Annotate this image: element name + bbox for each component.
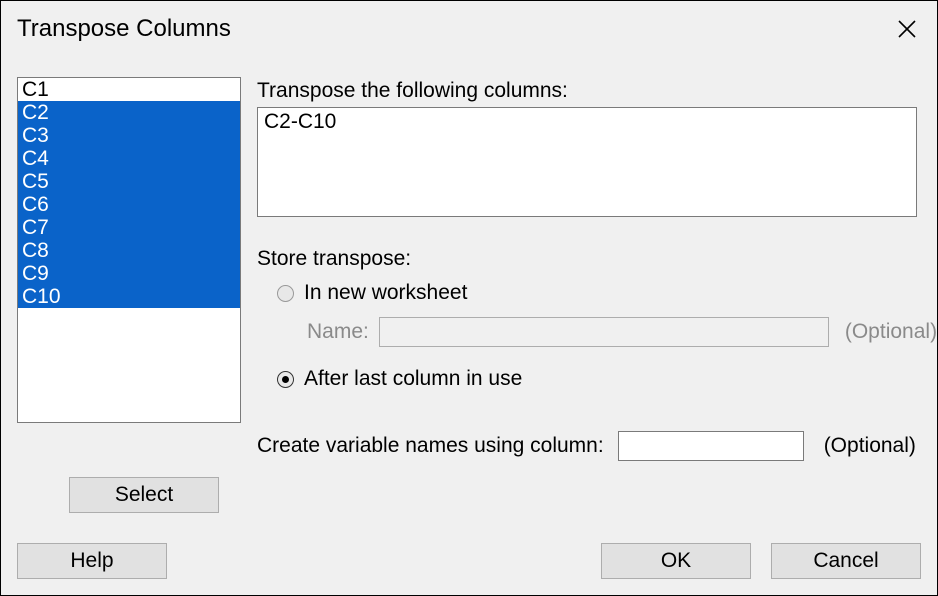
- radio-label-after-last: After last column in use: [304, 367, 522, 391]
- create-variable-label: Create variable names using column:: [257, 434, 604, 458]
- column-list-item[interactable]: C6: [18, 193, 240, 216]
- radio-in-new-worksheet[interactable]: In new worksheet: [277, 281, 467, 305]
- column-list-item[interactable]: C5: [18, 170, 240, 193]
- titlebar: Transpose Columns: [1, 1, 937, 57]
- column-list-item[interactable]: C10: [18, 285, 240, 308]
- worksheet-name-label: Name:: [307, 320, 369, 344]
- column-list-item[interactable]: C1: [18, 78, 240, 101]
- transpose-columns-input[interactable]: [257, 107, 917, 217]
- columns-listbox[interactable]: C1C2C3C4C5C6C7C8C9C10: [17, 77, 241, 423]
- create-variable-input[interactable]: [618, 431, 804, 461]
- close-button[interactable]: [887, 9, 927, 49]
- column-list-item[interactable]: C8: [18, 239, 240, 262]
- column-list-item[interactable]: C3: [18, 124, 240, 147]
- store-transpose-label: Store transpose:: [257, 247, 411, 271]
- right-pane: Transpose the following columns: Store t…: [257, 77, 921, 579]
- column-list-item[interactable]: C2: [18, 101, 240, 124]
- column-list-item[interactable]: C9: [18, 262, 240, 285]
- help-button[interactable]: Help: [17, 543, 167, 579]
- worksheet-name-input: [379, 317, 829, 347]
- transpose-columns-dialog: Transpose Columns C1C2C3C4C5C6C7C8C9C10 …: [0, 0, 938, 596]
- radio-after-last-column[interactable]: After last column in use: [277, 367, 522, 391]
- create-variable-row: Create variable names using column: (Opt…: [257, 431, 916, 461]
- transpose-columns-label: Transpose the following columns:: [257, 79, 568, 103]
- select-button[interactable]: Select: [69, 477, 219, 513]
- optional-text: (Optional): [824, 434, 916, 458]
- close-icon: [897, 19, 917, 39]
- dialog-body: C1C2C3C4C5C6C7C8C9C10 Select Help OK Can…: [17, 77, 921, 579]
- optional-text: (Optional): [845, 320, 937, 344]
- worksheet-name-row: Name: (Optional): [307, 317, 937, 347]
- radio-label-new-worksheet: In new worksheet: [304, 281, 467, 305]
- column-list-item[interactable]: C4: [18, 147, 240, 170]
- radio-icon: [277, 371, 294, 388]
- radio-dot-icon: [282, 376, 289, 383]
- dialog-title: Transpose Columns: [17, 15, 231, 43]
- radio-icon: [277, 285, 294, 302]
- column-list-item[interactable]: C7: [18, 216, 240, 239]
